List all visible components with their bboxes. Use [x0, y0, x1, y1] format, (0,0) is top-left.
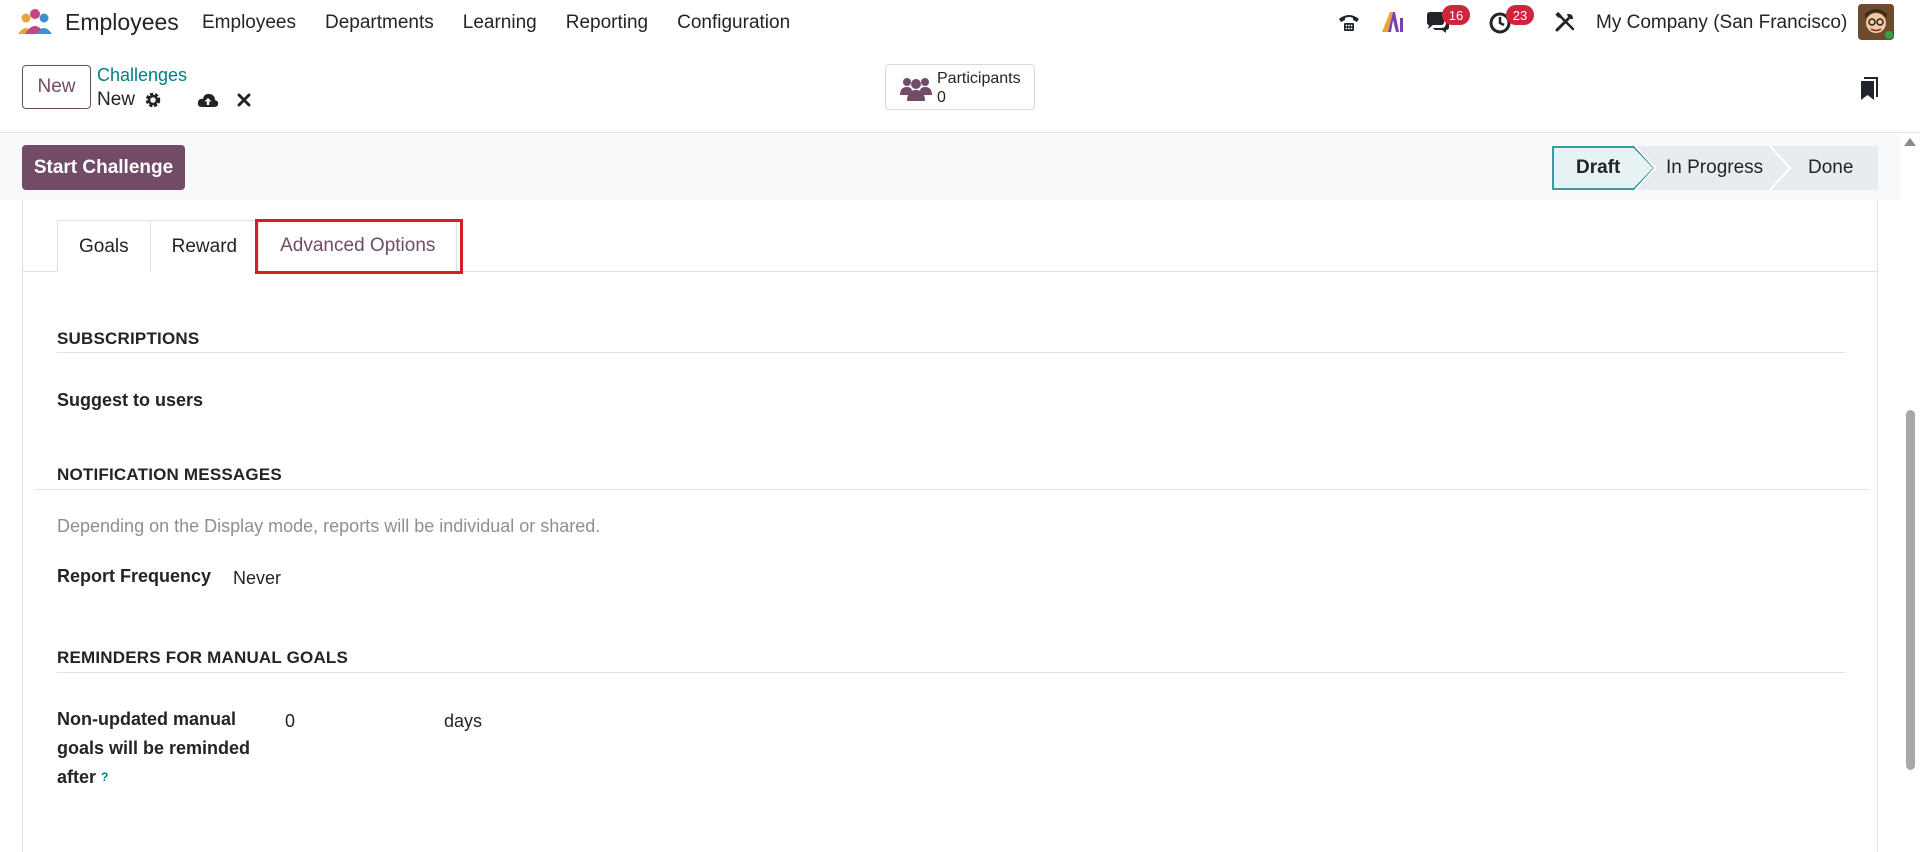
reminder-label-after: after [57, 767, 97, 787]
app-name[interactable]: Employees [65, 9, 179, 36]
tab-reward[interactable]: Reward [150, 220, 260, 272]
reminder-delay-label: Non-updated manual goals will be reminde… [57, 705, 267, 792]
avatar-icon [1858, 4, 1894, 40]
stage-pipeline: Draft In Progress Done [1552, 146, 1878, 190]
section-divider [57, 352, 1845, 353]
chat-badge: 16 [1442, 5, 1470, 25]
notification-help-text: Depending on the Display mode, reports w… [57, 516, 601, 536]
menu-employees[interactable]: Employees [202, 12, 296, 34]
reminder-label-line-1: Non-updated manual [57, 709, 236, 729]
gear-icon[interactable] [144, 91, 162, 109]
notebook-tabs: Goals Reward Advanced Options [57, 220, 458, 272]
control-panel: New Challenges New Participants 0 [0, 45, 1920, 133]
menu-reporting[interactable]: Reporting [566, 12, 648, 34]
tab-goals[interactable]: Goals [57, 220, 151, 272]
section-divider [35, 489, 1869, 490]
report-frequency-label: Report Frequency [57, 566, 212, 586]
participants-button[interactable]: Participants 0 [885, 64, 1035, 110]
users-icon [900, 78, 932, 101]
scrollbar-thumb[interactable] [1906, 410, 1915, 770]
tab-advanced-options[interactable]: Advanced Options [259, 220, 458, 272]
activity-badge: 23 [1506, 5, 1534, 25]
section-notifications-title: NOTIFICATION MESSAGES [57, 465, 282, 484]
employees-app-icon[interactable] [17, 8, 53, 36]
participants-count: 0 [937, 89, 946, 106]
form-sheet: Goals Reward Advanced Options SUBSCRIPTI… [22, 200, 1878, 852]
reminder-delay-input[interactable]: 0 [285, 711, 295, 732]
record-name: New [97, 89, 136, 110]
breadcrumb-challenges[interactable]: Challenges [97, 65, 187, 86]
discard-icon[interactable] [237, 93, 251, 107]
help-tooltip-icon[interactable]: ? [101, 770, 108, 784]
section-reminders-title: REMINDERS FOR MANUAL GOALS [57, 648, 349, 667]
reminder-label-line-3: after ? [57, 763, 267, 792]
user-avatar[interactable] [1858, 4, 1894, 40]
top-navbar: Employees Employees Departments Learning… [0, 0, 1920, 45]
status-bar: Start Challenge Draft In Progress Done [0, 134, 1900, 200]
reminder-label-line-2: goals will be reminded [57, 738, 251, 758]
company-switcher[interactable]: My Company (San Francisco) [1596, 12, 1847, 34]
cloud-upload-icon[interactable] [197, 91, 219, 109]
ai-icon[interactable] [1380, 10, 1406, 34]
start-challenge-button[interactable]: Start Challenge [22, 145, 185, 190]
menu-learning[interactable]: Learning [463, 12, 537, 34]
scroll-up-arrow[interactable] [1904, 138, 1916, 146]
menu-departments[interactable]: Departments [325, 12, 434, 34]
report-frequency-select[interactable]: Never [233, 568, 281, 589]
section-subscriptions-title: SUBSCRIPTIONS [57, 329, 200, 348]
section-divider [57, 672, 1845, 673]
stage-done[interactable]: Done [1808, 157, 1853, 179]
main-menu: Employees Departments Learning Reporting… [202, 12, 819, 34]
reminder-delay-unit: days [444, 711, 483, 731]
stage-in-progress[interactable]: In Progress [1666, 157, 1763, 179]
suggest-to-users-label: Suggest to users [57, 390, 204, 410]
stage-draft[interactable]: Draft [1576, 157, 1620, 179]
phone-icon[interactable] [1337, 10, 1361, 34]
new-button[interactable]: New [22, 65, 91, 109]
menu-configuration[interactable]: Configuration [677, 12, 790, 34]
bookmark-icon[interactable] [1859, 77, 1879, 101]
participants-label: Participants [937, 70, 1021, 87]
tools-icon[interactable] [1554, 11, 1576, 33]
